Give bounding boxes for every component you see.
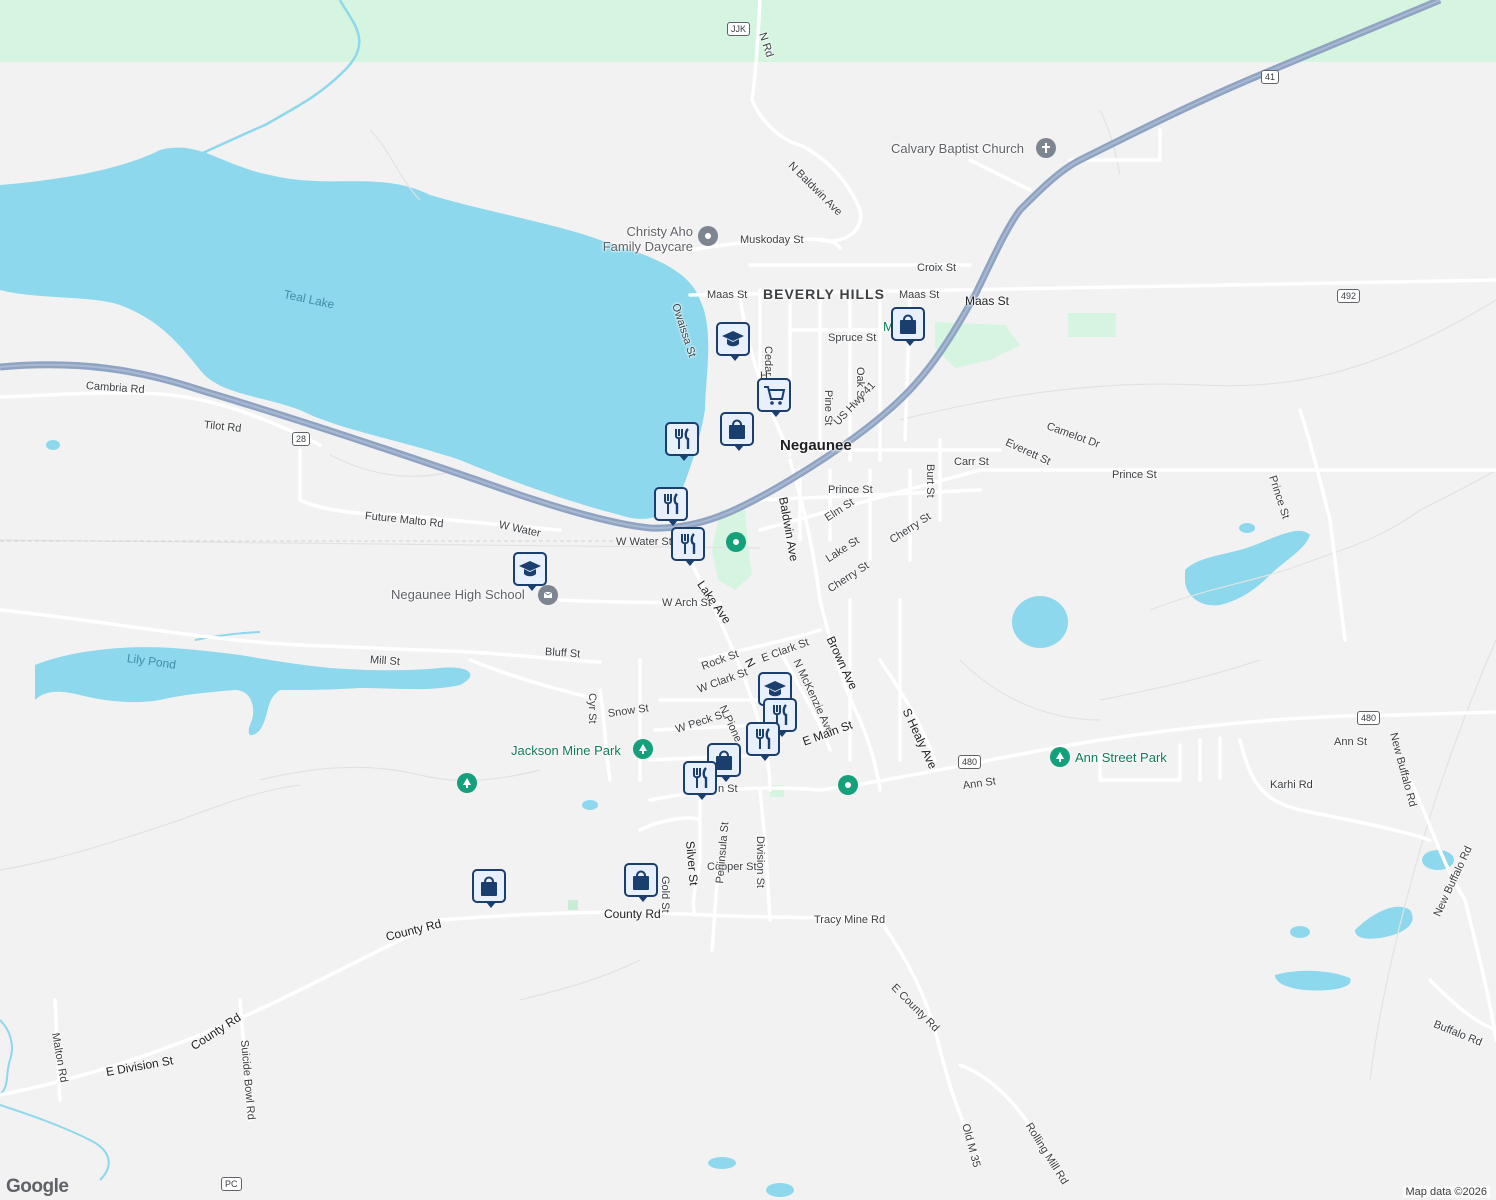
- map-pin-shopping-bag[interactable]: [891, 307, 925, 346]
- map-pin-utensils[interactable]: [746, 722, 780, 761]
- street-label: Maas St: [965, 294, 1010, 308]
- jjk-shield: JJK: [727, 22, 751, 36]
- us41-shield: 41: [1261, 70, 1280, 84]
- street-label: Prince St: [1112, 469, 1157, 481]
- m28-shield: 28: [292, 432, 311, 446]
- map-canvas[interactable]: Negaunee BEVERLY HILLS Christy Aho Famil…: [0, 0, 1496, 1200]
- street-label: Croix St: [917, 262, 957, 274]
- map-pin-utensils[interactable]: [671, 527, 705, 566]
- utensils-icon: [658, 491, 684, 517]
- shopping-bag-icon: [895, 311, 921, 337]
- shopping-bag-icon: [476, 873, 502, 899]
- church-cross-icon[interactable]: [1036, 138, 1056, 158]
- r492-shield: 492: [1337, 289, 1361, 303]
- street-label: Burt St: [924, 464, 936, 498]
- street-label: Maas St: [707, 289, 748, 301]
- utensils-icon: [750, 726, 776, 752]
- map-pin-graduation-cap[interactable]: [716, 322, 750, 361]
- tree-icon[interactable]: [633, 739, 653, 759]
- shopping-cart-icon: [761, 382, 787, 408]
- graduation-cap-icon: [517, 556, 543, 582]
- map-pin-graduation-cap[interactable]: [513, 552, 547, 591]
- daycare-label[interactable]: Christy Aho Family Daycare: [598, 224, 693, 254]
- street-label: n St: [718, 783, 738, 795]
- pc-shield: PC: [221, 1177, 242, 1191]
- high-school-label[interactable]: Negaunee High School: [391, 587, 525, 602]
- street-label: Tracy Mine Rd: [814, 914, 886, 926]
- street-label: Ann St: [1334, 736, 1368, 748]
- tree-icon[interactable]: [1050, 747, 1070, 767]
- street-label: Carr St: [954, 456, 989, 468]
- map-pin-shopping-bag[interactable]: [472, 869, 506, 908]
- street-label: Maas St: [899, 289, 940, 301]
- street-label: Spruce St: [828, 332, 877, 344]
- street-label: W Arch St: [662, 597, 711, 609]
- street-label: Mill St: [369, 654, 401, 669]
- shopping-bag-icon: [724, 416, 750, 442]
- park-marker-icon[interactable]: [726, 532, 746, 552]
- r480-shield-west: 480: [958, 755, 982, 769]
- tree-icon[interactable]: [457, 773, 477, 793]
- map-pin-utensils[interactable]: [654, 487, 688, 526]
- utensils-icon: [675, 531, 701, 557]
- neighborhood-label: BEVERLY HILLS: [763, 286, 885, 302]
- map-pin-utensils[interactable]: [683, 761, 717, 800]
- street-label: Bluff St: [544, 646, 581, 661]
- street-label: Muskoday St: [740, 234, 804, 246]
- map-pin-utensils[interactable]: [665, 422, 699, 461]
- jackson-mine-park-label[interactable]: Jackson Mine Park: [511, 743, 621, 758]
- city-label: Negaunee: [780, 437, 852, 454]
- map-attribution[interactable]: Map data ©2026: [1402, 1186, 1490, 1198]
- map-pin-shopping-bag[interactable]: [720, 412, 754, 451]
- utensils-icon: [669, 426, 695, 452]
- graduation-cap-icon: [720, 326, 746, 352]
- map-pin-shopping-cart[interactable]: [757, 378, 791, 417]
- map-pin-shopping-bag[interactable]: [624, 863, 658, 902]
- daycare-marker-icon[interactable]: [698, 226, 718, 246]
- church-label[interactable]: Calvary Baptist Church: [891, 141, 1024, 156]
- street-label: County Rd: [604, 907, 661, 921]
- google-logo: Google: [6, 1176, 69, 1197]
- r480-shield-east: 480: [1357, 711, 1381, 725]
- street-label: Prince St: [828, 484, 873, 496]
- utensils-icon: [687, 765, 713, 791]
- street-label: W Water St: [616, 536, 672, 548]
- street-label: Cyr St: [586, 693, 598, 724]
- ann-street-park-label[interactable]: Ann Street Park: [1075, 750, 1167, 765]
- school-envelope-icon[interactable]: [538, 585, 558, 605]
- street-label: Karhi Rd: [1270, 779, 1313, 791]
- shopping-bag-icon: [628, 867, 654, 893]
- park-marker-icon[interactable]: [838, 775, 858, 795]
